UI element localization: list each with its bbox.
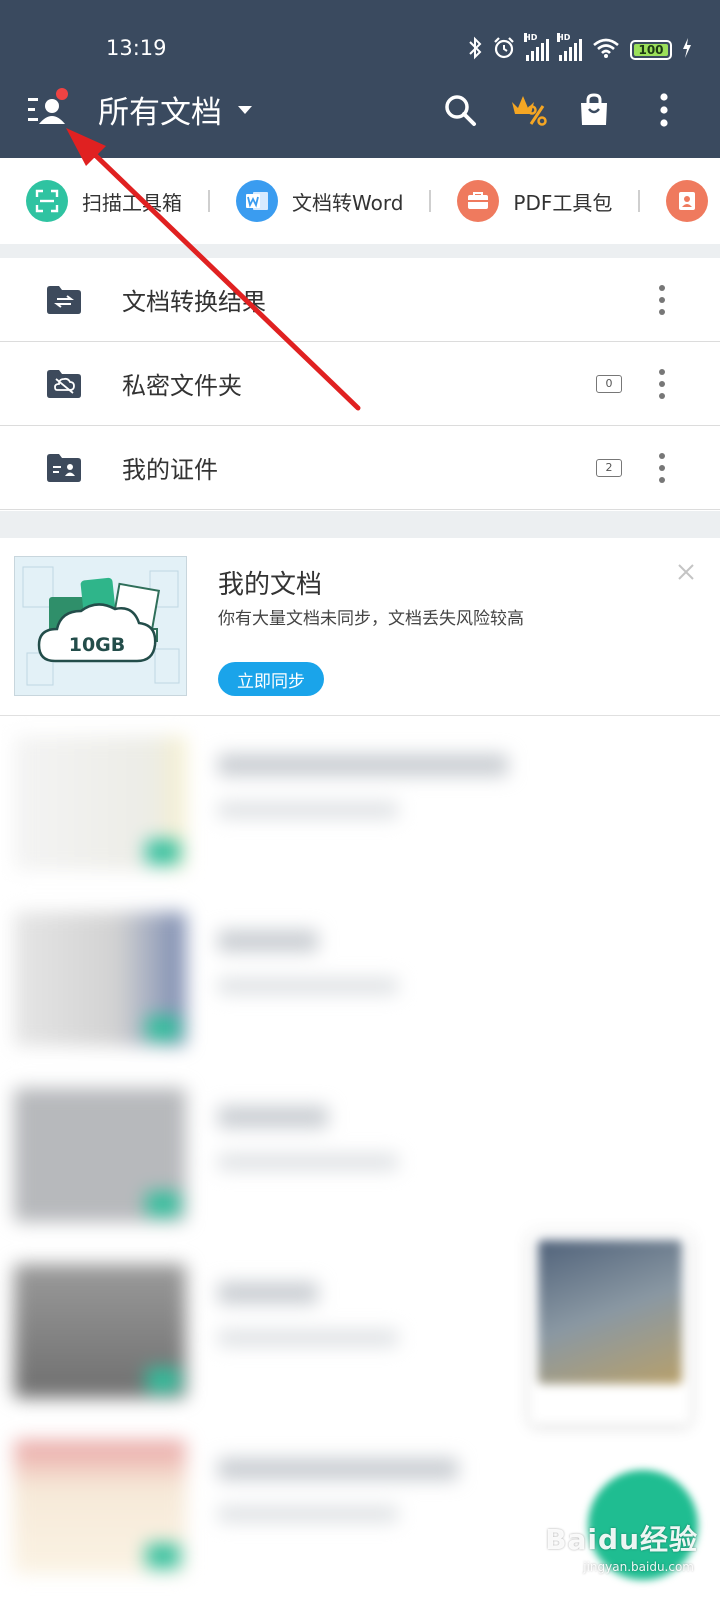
folder-more-button[interactable] <box>652 451 672 485</box>
folder-selector[interactable]: 所有文档 <box>98 86 252 132</box>
vip-discount-button[interactable] <box>506 88 550 132</box>
more-vert-icon <box>660 93 668 127</box>
battery-level: 100 <box>638 43 664 57</box>
quick-tool-label: 扫描工具箱 <box>82 190 182 215</box>
promo-title: 我的文档 <box>218 570 323 600</box>
folder-more-button[interactable] <box>652 367 672 401</box>
cloud-storage-illustration: 10GB <box>14 556 187 696</box>
quick-tools-bar: 扫描工具箱 文档转Word PDF工具包 <box>0 158 720 244</box>
folder-row-private[interactable]: 私密文件夹 0 <box>0 342 720 426</box>
battery-icon: 100 <box>630 40 672 60</box>
account-menu-button[interactable] <box>26 86 76 132</box>
status-bar: 13:19 HD HD 100 <box>0 0 720 80</box>
id-photo-icon <box>666 180 709 222</box>
storage-label: 10GB <box>69 634 126 656</box>
hd-label: HD <box>524 33 538 42</box>
document-thumbnail <box>14 1088 186 1222</box>
page-title: 所有文档 <box>98 94 222 131</box>
count-badge: 2 <box>596 458 622 477</box>
caret-down-icon <box>238 106 252 114</box>
scan-icon <box>26 180 68 222</box>
folder-label: 私密文件夹 <box>122 372 242 400</box>
divider <box>429 190 432 212</box>
promo-subtitle: 你有大量文档未同步，文档丢失风险较高 <box>218 609 524 629</box>
toolbox-icon <box>457 180 500 222</box>
section-spacer <box>0 511 720 538</box>
app-header: 13:19 HD HD 100 所有文档 <box>0 0 720 158</box>
status-icons: HD HD 100 <box>468 33 692 64</box>
floating-preview[interactable] <box>530 1232 690 1424</box>
notification-dot <box>56 88 68 100</box>
wifi-icon <box>592 37 620 63</box>
divider <box>208 190 210 212</box>
search-icon <box>445 95 476 126</box>
document-item[interactable] <box>0 892 720 1068</box>
search-button[interactable] <box>438 88 482 132</box>
quick-tool-pdf-toolbox[interactable]: PDF工具包 <box>457 180 612 222</box>
folder-row-id-cards[interactable]: 我的证件 2 <box>0 426 720 510</box>
watermark-brand: Baidu经验 <box>545 1523 698 1556</box>
shopping-bag-icon <box>581 93 607 125</box>
bluetooth-icon <box>468 36 482 64</box>
section-spacer <box>0 244 720 258</box>
sync-promo-card: 10GB 我的文档 你有大量文档未同步，文档丢失风险较高 立即同步 <box>0 538 720 716</box>
signal-hd-icon: HD <box>524 33 549 61</box>
divider <box>638 190 641 212</box>
watermark-url: jingyan.baidu.com <box>583 1560 694 1574</box>
hd-label: HD <box>557 33 571 42</box>
folder-row-convert-results[interactable]: 文档转换结果 <box>0 258 720 342</box>
word-icon <box>236 180 278 222</box>
document-thumbnail <box>14 1264 186 1398</box>
account-menu-icon <box>28 88 68 124</box>
app-screen: 13:19 HD HD 100 所有文档 扫描工具箱 文档转Word PDF工具… <box>0 0 720 1600</box>
vip-discount-icon <box>512 96 547 126</box>
folder-more-button[interactable] <box>652 283 672 317</box>
document-list <box>0 716 720 1600</box>
sync-now-button[interactable]: 立即同步 <box>218 662 324 696</box>
baidu-jingyan-watermark: Baidu经验 jingyan.baidu.com <box>530 1518 698 1584</box>
close-icon[interactable] <box>676 562 696 582</box>
folder-label: 我的证件 <box>122 456 218 484</box>
quick-tool-label: 文档转Word <box>292 190 404 215</box>
signal-hd-icon: HD <box>557 33 582 61</box>
convert-folder-icon <box>47 286 81 314</box>
document-item[interactable] <box>0 1068 720 1244</box>
document-thumbnail <box>14 912 186 1046</box>
quick-tool-more[interactable] <box>666 180 709 222</box>
charging-icon <box>682 38 692 62</box>
quick-tool-scan[interactable]: 扫描工具箱 <box>26 180 182 222</box>
document-thumbnail <box>14 736 186 870</box>
private-folder-icon <box>47 370 81 398</box>
more-options-button[interactable] <box>642 88 686 132</box>
document-thumbnail <box>14 1440 186 1574</box>
folder-label: 文档转换结果 <box>122 288 266 316</box>
document-item[interactable] <box>0 716 720 892</box>
quick-tool-to-word[interactable]: 文档转Word <box>236 180 403 222</box>
quick-tool-label: PDF工具包 <box>513 190 613 215</box>
count-badge: 0 <box>596 374 622 393</box>
alarm-icon <box>492 36 516 64</box>
shop-button[interactable] <box>572 88 616 132</box>
id-card-folder-icon <box>47 454 81 482</box>
toolbar: 所有文档 <box>0 80 720 158</box>
status-time: 13:19 <box>106 36 167 60</box>
